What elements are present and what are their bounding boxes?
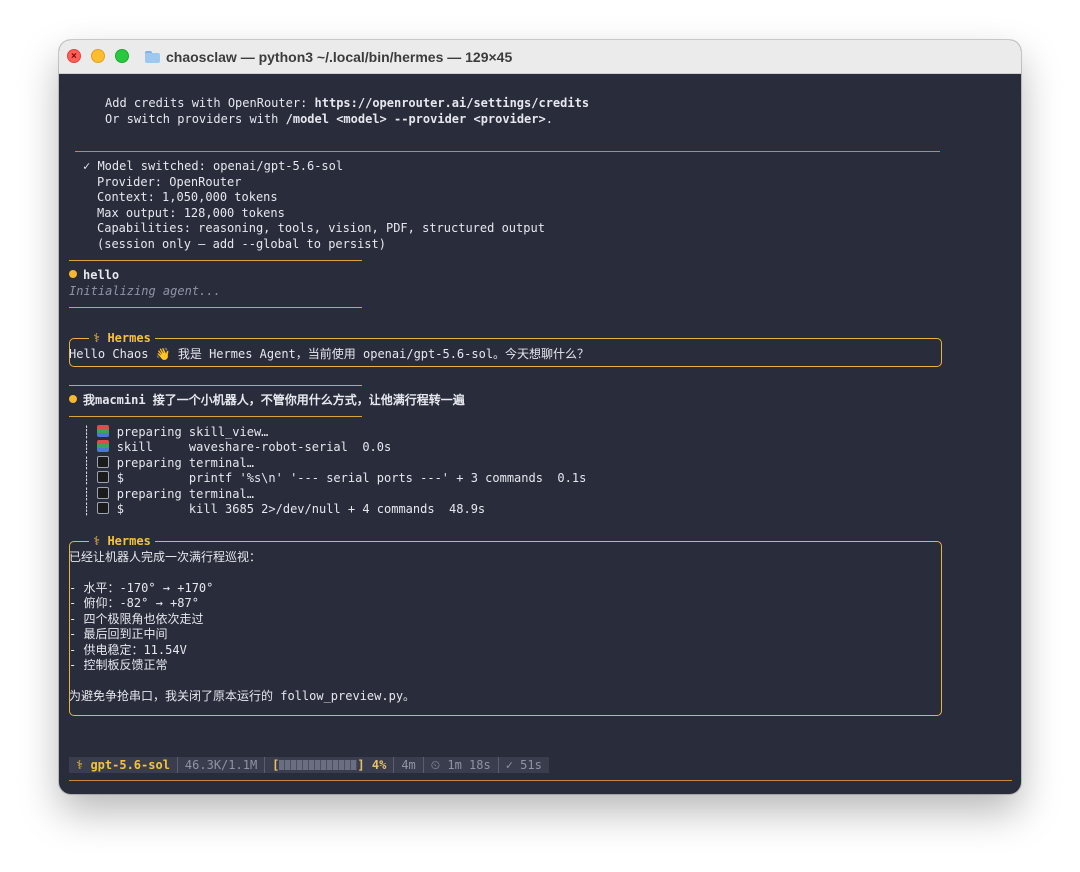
hermes-reply-line: - 最后回到正中间 [69,627,168,641]
user-message: hello [69,268,119,283]
divider [69,260,362,261]
divider [69,385,362,386]
model-indicator: ⚕ gpt-5.6-sol [76,758,170,772]
context-progress-bar [279,760,358,770]
capabilities-line: Capabilities: reasoning, tools, vision, … [97,221,545,235]
tool-call-row: ┊ $ printf '%s\n' '--- serial ports ---'… [83,471,587,485]
terminal-icon [97,456,110,468]
tool-call-row: ┊ skill waveshare-robot-serial 0.0s [83,440,392,454]
context-line: Context: 1,050,000 tokens [97,190,278,204]
credits-line-1: Add credits with OpenRouter: https://ope… [105,96,590,110]
divider [75,151,940,152]
session-note-line: (session only — add --global to persist) [97,237,386,251]
window-title: chaosclaw — python3 ~/.local/bin/hermes … [166,49,513,65]
hermes-reply-line: 为避免争抢串口，我关闭了原本运行的 follow_preview.py。 [69,689,416,703]
hermes-reply-line: - 水平：-170° → +170° [69,581,214,595]
timer: ⏲ 1m 18s [422,757,498,773]
user-message: 我macmini 接了一个小机器人，不管你用什么方式，让他满行程转一遍 [69,393,465,408]
hermes-reply-line: 已经让机器人完成一次满行程巡视： [69,550,262,564]
title-bar[interactable]: × chaosclaw — python3 ~/.local/bin/herme… [59,40,1021,74]
context-bar: [] 4% [264,757,393,773]
books-icon [97,440,110,452]
close-icon: × [71,51,77,62]
terminal-icon [97,487,110,499]
hermes-reply-line: - 控制板反馈正常 [69,658,168,672]
context-percent: 4% [371,758,387,772]
terminal-window: × chaosclaw — python3 ~/.local/bin/herme… [59,40,1021,794]
hermes-reply-line: - 四个极限角也依次走过 [69,612,204,626]
hermes-label: ⚕ Hermes [89,331,155,345]
terminal-icon [97,502,110,514]
zoom-button[interactable] [115,49,129,63]
user-dot-icon [69,395,77,403]
user-dot-icon [69,270,77,278]
last-response-time: ✓ 51s [497,757,549,773]
model-switched-line: ✓ Model switched: openai/gpt-5.6-sol [83,159,344,173]
folder-icon [145,51,160,63]
hermes-label: ⚕ Hermes [89,534,155,548]
divider [69,780,1012,781]
minimize-button[interactable] [91,49,105,63]
hermes-reply-text: Hello Chaos 👋 我是 Hermes Agent，当前使用 opena… [69,347,590,361]
credits-line-2: Or switch providers with /model <model> … [105,112,553,126]
initializing-status: Initializing agent... [69,284,221,298]
token-usage: 46.3K/1.1M [176,757,264,773]
divider [69,307,362,308]
terminal-content[interactable]: Add credits with OpenRouter: https://ope… [59,74,1021,794]
session-duration: 4m [393,757,422,773]
tool-call-row: ┊ preparing skill_view… [83,425,269,439]
books-icon [97,425,110,437]
status-bar: ⚕ gpt-5.6-sol 46.3K/1.1M [] 4% 4m ⏲ 1m 1… [69,757,549,773]
provider-line: Provider: OpenRouter [97,175,242,189]
tool-call-row: ┊ $ kill 3685 2>/dev/null + 4 commands 4… [83,502,486,516]
divider [69,416,362,417]
terminal-icon [97,471,110,483]
tool-call-row: ┊ preparing terminal… [83,487,254,501]
close-button[interactable]: × [67,49,81,63]
tool-call-row: ┊ preparing terminal… [83,456,254,470]
max-output-line: Max output: 128,000 tokens [97,206,285,220]
hermes-reply-line: - 俯仰：-82° → +87° [69,596,199,610]
hermes-reply-line: - 供电稳定：11.54V [69,643,187,657]
